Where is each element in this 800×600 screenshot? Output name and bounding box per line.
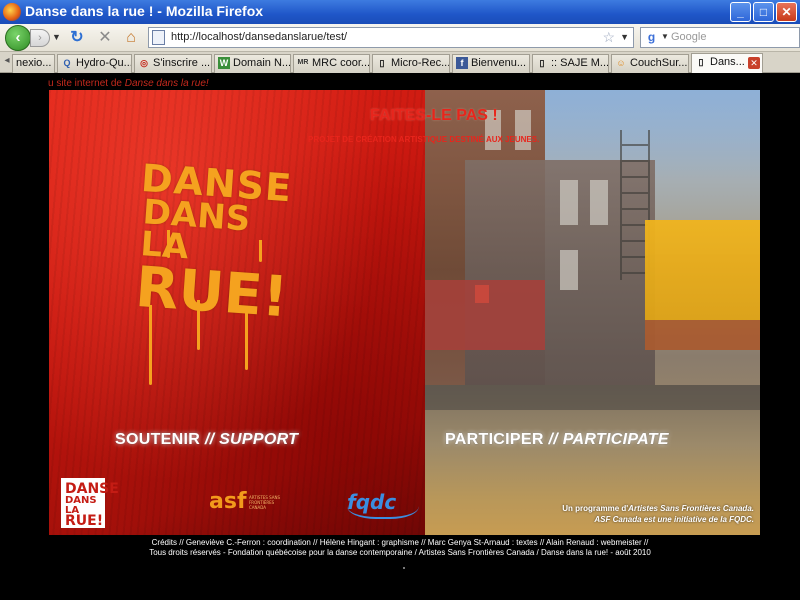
credits-footer: Crédits // Geneviève C.-Ferron : coordin… (0, 538, 800, 558)
domain-icon: W (218, 57, 230, 69)
support-separator: // (204, 431, 215, 448)
tab-item[interactable]: nexio... (12, 54, 55, 73)
participate-separator: // (548, 431, 558, 448)
program-name: Artistes Sans Frontières Canada. (628, 504, 754, 513)
google-icon[interactable]: g (644, 30, 659, 45)
search-engine-dropdown-icon[interactable]: ▼ (661, 32, 669, 41)
url-dropdown-icon[interactable]: ▼ (620, 32, 629, 42)
tab-label: S'inscrire ... (153, 57, 211, 69)
tab-label: Hydro-Qu... (76, 57, 132, 69)
tab-label: Bienvenu... (471, 57, 527, 69)
hydro-quebec-icon: Q (63, 58, 71, 68)
logo-line: DANSE (65, 481, 119, 497)
mrc-icon: MR (297, 59, 309, 66)
firefox-icon (3, 3, 21, 21)
close-button[interactable]: ✕ (776, 2, 797, 22)
couchsurfing-icon: ☺ (616, 58, 626, 68)
participate-link[interactable]: PARTICIPER // PARTICIPATE (445, 431, 669, 449)
tab-label: :: SAJE M... (551, 57, 609, 69)
tab-item[interactable]: ☺ CouchSur... (611, 54, 689, 73)
subtitle: PROJET DE CRÉATION ARTISTIQUE DESTINÉ AU… (308, 135, 540, 144)
back-button[interactable]: ‹ (5, 25, 31, 51)
support-panel[interactable]: DANSE DANS LA RUE! (49, 90, 425, 535)
tab-label: MRC coor... (312, 57, 370, 69)
page-content: u site internet de Danse dans la rue! DA… (0, 73, 800, 600)
target-icon: ◎ (140, 58, 148, 68)
support-en: SUPPORT (219, 431, 299, 448)
facebook-icon: f (456, 57, 468, 69)
asf-logo-subtext: ARTISTES SANS FRONTIÈRES CANADA (249, 495, 281, 510)
bookmark-star-icon[interactable]: ☆ (602, 29, 615, 46)
tab-item[interactable]: Q Hydro-Qu... (57, 54, 132, 73)
url-text[interactable]: http://localhost/dansedanslarue/test/ (171, 31, 347, 43)
graffiti-line: RUE! (133, 254, 290, 331)
tab-close-icon[interactable]: ✕ (748, 57, 760, 69)
program-initiative: ASF Canada est une initiative de la FQDC… (594, 515, 754, 524)
tab-label: Dans... (710, 56, 745, 68)
search-bar[interactable]: g ▼ Google (640, 27, 800, 48)
logo-line: RUE! (65, 513, 104, 530)
reload-icon[interactable]: ↻ (68, 29, 86, 47)
tab-item[interactable]: MR MRC coor... (293, 54, 370, 73)
graffiti-logo: DANSE DANS LA RUE! (132, 156, 293, 331)
history-dropdown-icon[interactable]: ▼ (52, 32, 61, 42)
stop-icon[interactable]: ✕ (96, 29, 114, 47)
page-icon: ▯ (539, 58, 545, 68)
tab-label: Micro-Rec... (391, 57, 450, 69)
home-icon[interactable]: ⌂ (122, 29, 140, 47)
hero-banner: DANSE DANS LA RUE! FAITES-LE PAS ! PROJE… (49, 90, 760, 535)
maximize-button[interactable]: □ (753, 2, 774, 22)
window-title: Danse dans la rue ! - Mozilla Firefox (25, 3, 264, 19)
page-icon: ▯ (379, 58, 385, 68)
tab-item[interactable]: ◎ S'inscrire ... (134, 54, 212, 73)
site-intro: u site internet de Danse dans la rue! (48, 78, 209, 89)
page-icon: ▯ (698, 57, 704, 67)
program-prefix: Un programme d' (562, 504, 629, 513)
participate-panel[interactable] (425, 90, 760, 535)
fqdc-logo[interactable]: fqdc (347, 487, 419, 519)
participate-fr: PARTICIPER (445, 431, 544, 448)
tagline: FAITES-LE PAS ! (370, 107, 498, 124)
support-link[interactable]: SOUTENIR // SUPPORT (115, 431, 298, 449)
danse-dans-la-rue-logo[interactable]: DANSE DANS LA RUE! (61, 478, 119, 530)
site-intro-name: Danse dans la rue! (124, 78, 209, 89)
url-bar[interactable]: http://localhost/dansedanslarue/test/ ☆ … (148, 27, 634, 48)
minimize-button[interactable]: _ (730, 2, 751, 22)
page-icon (152, 30, 165, 45)
tab-item-active[interactable]: ▯ Dans... ✕ (691, 53, 763, 74)
tab-item[interactable]: ▯ Micro-Rec... (372, 54, 450, 73)
tab-label: Domain N... (233, 57, 291, 69)
title-bar: Danse dans la rue ! - Mozilla Firefox _ … (0, 0, 800, 24)
program-note: Un programme d'Artistes Sans Frontières … (558, 503, 754, 525)
forward-button[interactable]: › (30, 29, 50, 47)
tab-item[interactable]: W Domain N... (214, 54, 291, 73)
tab-item[interactable]: ▯:: SAJE M... (532, 54, 609, 73)
participate-en: PARTICIPATE (562, 431, 669, 448)
asf-logo[interactable]: asf ARTISTES SANS FRONTIÈRES CANADA (209, 486, 280, 518)
tab-label: CouchSur... (630, 57, 688, 69)
tab-bar: ◂ nexio... Q Hydro-Qu... ◎ S'inscrire ... … (0, 52, 800, 74)
site-intro-prefix: u site internet de (48, 78, 125, 89)
tab-label: nexio... (16, 57, 52, 69)
credits-line: Crédits // Geneviève C.-Ferron : coordin… (151, 538, 649, 547)
copyright-line: Tous droits réservés - Fondation québéco… (149, 548, 651, 557)
support-fr: SOUTENIR (115, 431, 201, 448)
asf-logo-text: asf (209, 489, 247, 514)
tab-item[interactable]: f Bienvenu... (452, 54, 530, 73)
navigation-toolbar: ‹ › ▼ ↻ ✕ ⌂ http://localhost/dansedansla… (0, 24, 800, 52)
search-input[interactable]: Google (671, 31, 706, 43)
